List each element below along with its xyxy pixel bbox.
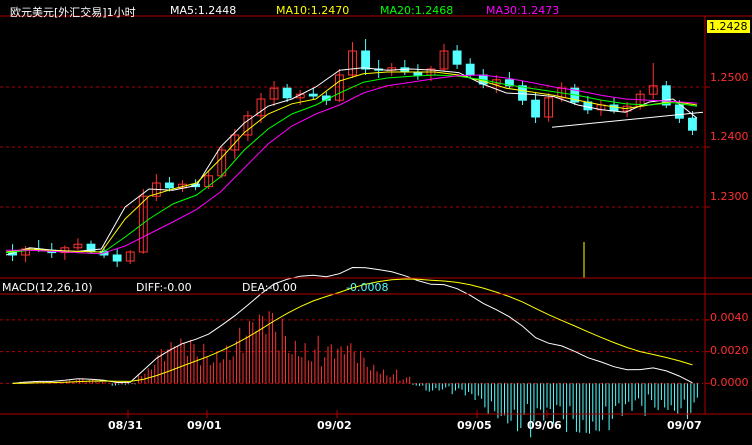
- date-label: 09/01: [187, 419, 222, 432]
- ma20-value: MA20:1.2468: [380, 4, 454, 17]
- candlestick-series: [8, 39, 704, 278]
- candle-down: [361, 50, 370, 70]
- chart-window[interactable]: 欧元美元[外汇交易]1小时 MA5:1.2448 MA10:1.2470 MA2…: [0, 0, 752, 441]
- date-label: 09/05: [457, 419, 492, 432]
- candle-down: [688, 117, 697, 131]
- price-tick-label: 1.2500: [710, 71, 749, 84]
- macd-macd-value: -0.0008: [346, 281, 389, 294]
- candle-down: [531, 99, 540, 118]
- candle-down: [452, 50, 462, 65]
- price-tick-label: 1.2400: [710, 130, 749, 143]
- price-tick-label: 1.2300: [710, 190, 749, 203]
- ma10-value: MA10:1.2470: [276, 4, 350, 17]
- current-price-label: 1.2428: [707, 20, 750, 33]
- chart-frame: [0, 15, 752, 415]
- macd-tick-label: 0.0040: [710, 311, 749, 324]
- candle-down: [112, 254, 122, 262]
- candle-down: [308, 93, 318, 97]
- macd-tick-label: 0.0000: [710, 376, 749, 389]
- chart-title: 欧元美元[外汇交易]1小时: [10, 6, 136, 19]
- ma20-line: [5, 74, 698, 255]
- date-label: 09/02: [317, 419, 352, 432]
- macd-diff-value: DIFF:-0.00: [136, 281, 192, 294]
- ma30-line: [6, 74, 698, 255]
- chart-canvas[interactable]: [0, 0, 752, 441]
- candle-down: [518, 85, 527, 101]
- candle-down: [282, 87, 292, 99]
- candle-down: [165, 182, 174, 189]
- date-label: 08/31: [108, 419, 143, 432]
- macd-dea-line: [12, 278, 693, 384]
- macd-tick-label: 0.0020: [710, 344, 749, 357]
- candle-down: [465, 63, 475, 76]
- ma5-value: MA5:1.2448: [170, 4, 237, 17]
- macd-indicator-name: MACD(12,26,10): [2, 281, 93, 294]
- date-label: 09/07: [667, 419, 702, 432]
- ma5-line: [5, 67, 698, 256]
- moving-average-lines: [5, 67, 698, 256]
- macd-dea-value: DEA:-0.00: [242, 281, 297, 294]
- ma30-value: MA30:1.2473: [486, 4, 560, 17]
- candle-down: [674, 104, 684, 119]
- candle-down: [609, 104, 619, 112]
- date-label: 09/06: [527, 419, 562, 432]
